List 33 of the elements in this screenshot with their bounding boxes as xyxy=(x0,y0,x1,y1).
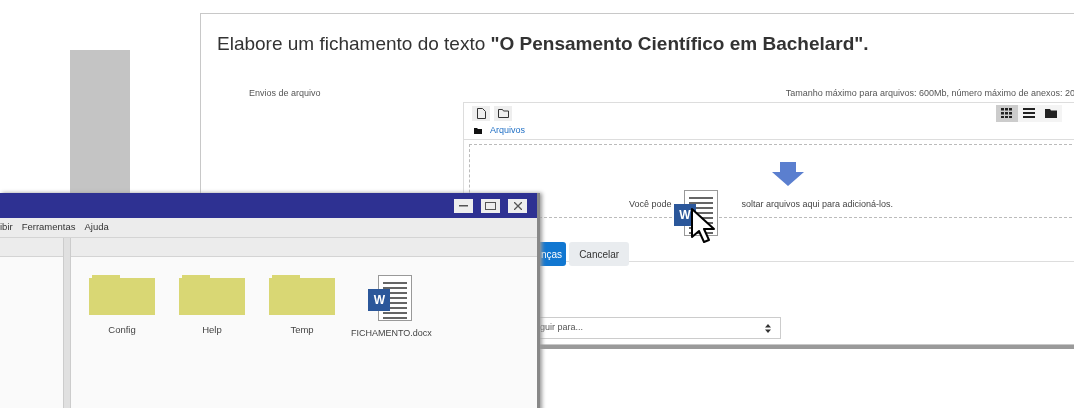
close-button[interactable] xyxy=(508,198,527,213)
maximize-button[interactable] xyxy=(481,198,500,213)
menu-item[interactable]: Ajuda xyxy=(84,220,109,235)
upload-limits: Tamanho máximo para arquivos: 600Mb, número máximo de anexos: 20 xyxy=(785,86,1074,100)
cancel-button[interactable]: Cancelar xyxy=(569,242,630,266)
maximize-icon xyxy=(485,201,496,210)
list-icon xyxy=(1023,108,1035,118)
view-button[interactable] xyxy=(996,104,1018,122)
file-icon xyxy=(476,107,486,119)
upload-label: Envios de arquivo xyxy=(249,86,321,100)
folder-icon xyxy=(497,108,509,118)
file-label: Config xyxy=(108,323,136,337)
dropzone-text: soltar arquivos aqui para adicioná-los. xyxy=(741,198,894,211)
view-button[interactable] xyxy=(1018,104,1040,122)
add-file-button[interactable] xyxy=(472,105,490,121)
file-label: FICHAMENTO.docx xyxy=(351,327,432,340)
grid-icon xyxy=(1001,108,1013,118)
breadcrumb-link[interactable]: Arquivos xyxy=(490,124,525,138)
file-label: Temp xyxy=(290,323,314,337)
view-button[interactable] xyxy=(1040,104,1062,122)
file-label: Help xyxy=(202,323,222,337)
dropzone-text: Você pode xyxy=(628,198,672,211)
menu-item[interactable]: Ferramentas xyxy=(21,220,76,235)
minimize-button[interactable] xyxy=(454,198,473,213)
close-icon xyxy=(513,201,522,210)
minimize-icon xyxy=(459,204,468,207)
new-folder-button[interactable] xyxy=(494,105,512,121)
folder-icon xyxy=(474,128,482,134)
menu-item[interactable]: ibir xyxy=(0,220,13,235)
sort-caret-icon xyxy=(765,323,771,333)
folder-icon xyxy=(1045,108,1057,118)
select-field[interactable]: guir para... xyxy=(537,317,781,339)
assignment-title: Elabore um fichamento do texto "O Pensamento Científico em Bachelard". xyxy=(217,32,870,56)
